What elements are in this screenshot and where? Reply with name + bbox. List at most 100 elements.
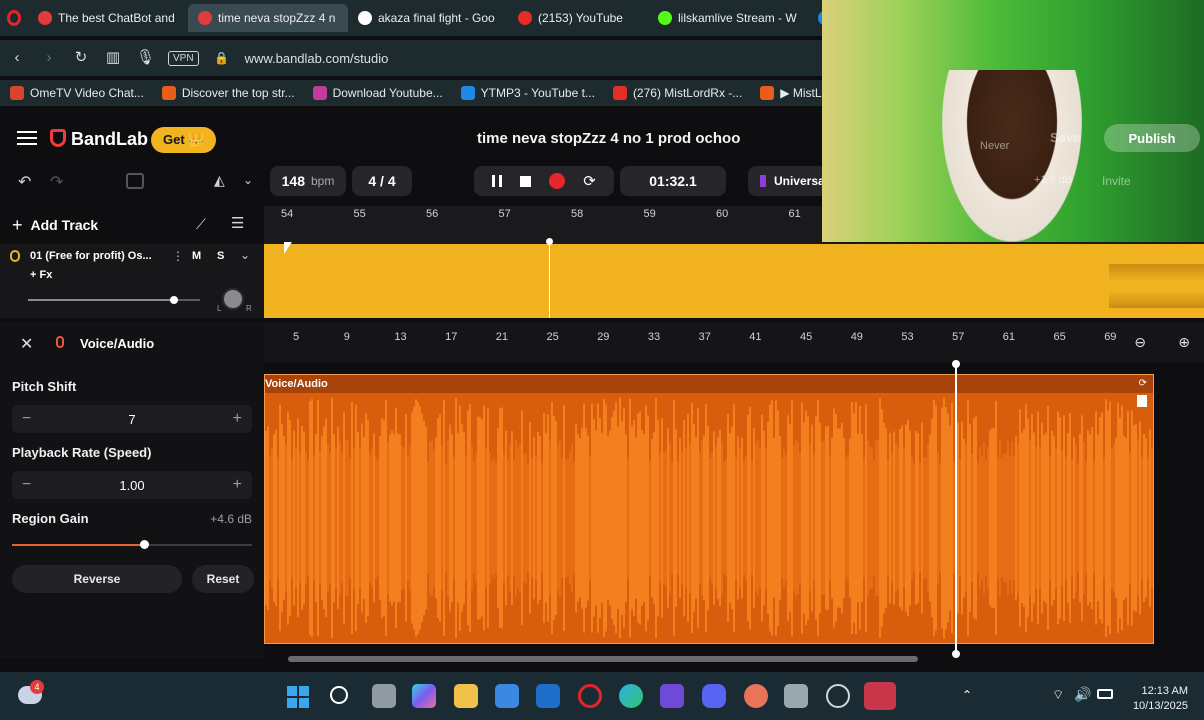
playhead-handle[interactable]: [546, 238, 553, 245]
network-icon[interactable]: ⌔: [1052, 687, 1064, 703]
store-icon[interactable]: [495, 684, 519, 708]
loop-icon[interactable]: ⟳: [583, 172, 596, 190]
reverse-button[interactable]: Reverse: [12, 565, 182, 593]
horizontal-scrollbar[interactable]: [288, 656, 918, 662]
browser-tab[interactable]: akaza final fight - Goo: [348, 4, 508, 32]
track-lane[interactable]: [264, 238, 1204, 318]
time-signature[interactable]: 4 / 4: [352, 166, 412, 196]
menu-icon[interactable]: [17, 131, 37, 145]
region-gain-knob[interactable]: [140, 540, 149, 549]
editor-playhead-bottom[interactable]: [952, 650, 960, 658]
redo-icon[interactable]: ↷: [50, 172, 63, 192]
volume-knob[interactable]: [170, 296, 179, 304]
browser-tab[interactable]: The best ChatBot and: [28, 4, 188, 32]
track-name[interactable]: 01 (Free for profit) Os...: [30, 250, 152, 262]
start-icon[interactable]: [287, 686, 309, 708]
forward-icon[interactable]: ›: [40, 49, 58, 67]
tune-icon[interactable]: ⟋: [196, 216, 206, 233]
opera-logo-icon[interactable]: [0, 4, 28, 32]
volume-slider[interactable]: [28, 296, 200, 304]
pause-button[interactable]: [492, 175, 503, 187]
waveform-bar: [807, 416, 809, 620]
expand-icon[interactable]: ⌄: [240, 248, 250, 262]
song-title[interactable]: time neva stopZzz 4 no 1 prod ochoo: [477, 130, 740, 147]
discord-icon[interactable]: [702, 684, 726, 708]
battery-icon[interactable]: [1097, 689, 1113, 699]
universal-button[interactable]: Universal: [748, 166, 828, 196]
browser-tab[interactable]: time neva stopZzz 4 n: [188, 4, 348, 32]
outlook-icon[interactable]: [536, 684, 560, 708]
grid-icon[interactable]: [126, 173, 144, 189]
waveform-bar: [775, 400, 777, 636]
bookmark-item[interactable]: (276) MistLordRx -...: [612, 86, 742, 100]
camera-icon[interactable]: [784, 684, 808, 708]
back-icon[interactable]: ‹: [8, 49, 26, 67]
save-button[interactable]: Save: [1050, 130, 1080, 145]
browser-tab[interactable]: lilskamlive Stream - W: [648, 4, 808, 32]
bpm-unit: bpm: [311, 174, 335, 188]
brand-name[interactable]: BandLab: [71, 129, 148, 150]
bookmark-item[interactable]: Download Youtube...: [312, 86, 443, 100]
volume-icon[interactable]: 🔊: [1074, 686, 1091, 703]
region-gain-slider[interactable]: [12, 540, 252, 549]
mic-icon[interactable]: 🎙: [136, 49, 155, 67]
edge-icon[interactable]: [619, 684, 643, 708]
zoom-in-icon[interactable]: ⊕: [1178, 334, 1190, 351]
pan-knob[interactable]: [222, 288, 244, 310]
bookmark-item[interactable]: OmeTV Video Chat...: [10, 86, 144, 100]
solo-button[interactable]: S: [217, 250, 224, 262]
mute-button[interactable]: M: [192, 250, 201, 262]
region-name[interactable]: Voice/Audio: [265, 378, 328, 390]
loop-handle-icon[interactable]: ⟳: [1139, 378, 1147, 389]
search-icon[interactable]: [330, 686, 348, 704]
opera-icon[interactable]: [578, 684, 602, 708]
minus-icon[interactable]: −: [22, 476, 31, 494]
file-explorer-icon[interactable]: [454, 684, 478, 708]
browser-tab[interactable]: (2153) YouTube: [508, 4, 648, 32]
playback-rate-value[interactable]: 1.00: [119, 478, 144, 493]
obs-icon[interactable]: [826, 684, 850, 708]
playhead[interactable]: [549, 240, 550, 318]
tempo-display[interactable]: 148 bpm: [270, 166, 346, 196]
fx-button[interactable]: + Fx: [30, 269, 52, 281]
minus-icon[interactable]: −: [22, 410, 31, 428]
get-button[interactable]: Get 👑: [151, 127, 217, 153]
record-button[interactable]: [549, 173, 566, 189]
invite-button[interactable]: Invite: [1102, 174, 1131, 188]
stop-button[interactable]: [520, 175, 532, 187]
editor-playhead[interactable]: [955, 364, 957, 654]
chevron-up-icon[interactable]: ⌃: [962, 688, 972, 702]
automation-icon[interactable]: ☰: [231, 214, 244, 232]
audio-region[interactable]: Voice/Audio ⟳: [264, 374, 1154, 644]
game-icon[interactable]: [744, 684, 768, 708]
undo-icon[interactable]: ↶: [18, 172, 31, 192]
bookmark-item[interactable]: Discover the top str...: [161, 86, 295, 100]
editor-ruler[interactable]: ⊖ ⊕ 5 9 13 17 21 25 29 33 37 41 45 49 53 57 61 65 69: [264, 322, 1204, 362]
zoom-out-icon[interactable]: ⊖: [1134, 334, 1146, 351]
plus-icon[interactable]: +: [233, 410, 242, 428]
bookmark-item[interactable]: YTMP3 - YouTube t...: [460, 86, 595, 100]
reload-icon[interactable]: ↻: [72, 49, 90, 67]
recorder-icon[interactable]: [864, 682, 896, 710]
close-icon[interactable]: ✕: [20, 334, 33, 354]
copilot-icon[interactable]: [412, 684, 436, 708]
url-field[interactable]: www.bandlab.com/studio: [245, 51, 389, 66]
add-track-button[interactable]: + Add Track: [12, 212, 98, 238]
playback-rate-stepper[interactable]: − 1.00 +: [12, 471, 252, 499]
reader-icon[interactable]: ▥: [104, 49, 122, 67]
chevron-down-icon[interactable]: ⌄: [243, 173, 253, 187]
task-view-icon[interactable]: [372, 684, 396, 708]
waveform-bar: [267, 426, 269, 610]
track-header[interactable]: 01 (Free for profit) Os... ⋮ M S ⌄ + Fx …: [0, 244, 264, 318]
pitch-shift-value[interactable]: 7: [128, 412, 135, 427]
pitch-shift-stepper[interactable]: − 7 +: [12, 405, 252, 433]
more-icon[interactable]: ⋮: [172, 249, 184, 263]
editor-playhead-top[interactable]: [952, 360, 960, 368]
metronome-icon[interactable]: ◭: [214, 172, 225, 189]
plus-icon[interactable]: +: [233, 476, 242, 494]
system-clock[interactable]: 12:13 AM 10/13/2025: [1133, 684, 1188, 714]
publish-button[interactable]: Publish: [1104, 124, 1200, 152]
app-icon[interactable]: [660, 684, 684, 708]
reset-button[interactable]: Reset: [192, 565, 254, 593]
vpn-badge[interactable]: VPN: [168, 50, 199, 66]
